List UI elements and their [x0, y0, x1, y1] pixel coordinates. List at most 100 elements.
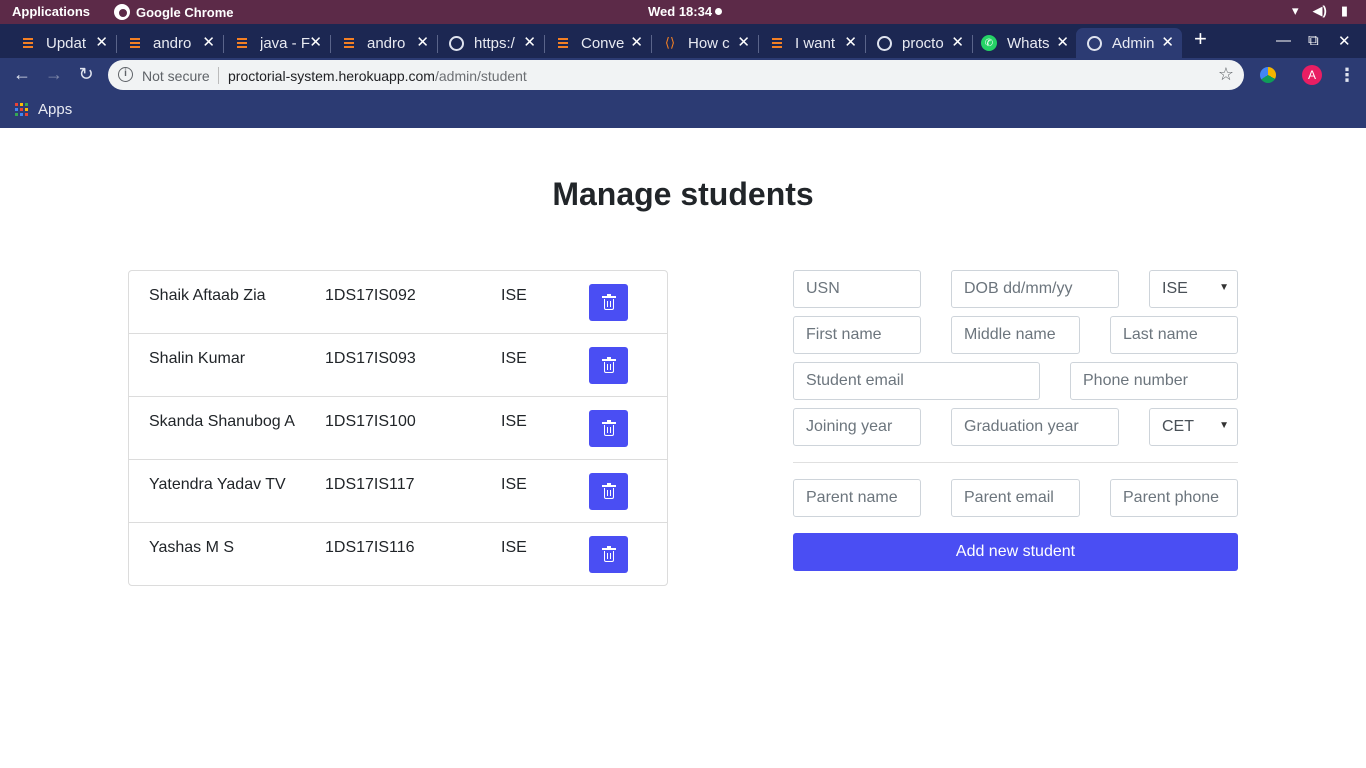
- parent-name-input[interactable]: Parent name: [793, 479, 921, 517]
- clock[interactable]: Wed 18:34: [648, 4, 723, 19]
- trash-icon: [601, 419, 616, 436]
- student-row: Shaik Aftaab Zia 1DS17IS092 ISE: [129, 271, 667, 334]
- delete-student-button[interactable]: [589, 284, 628, 321]
- notification-dot-icon: [715, 8, 723, 15]
- joining-year-input[interactable]: Joining year: [793, 408, 921, 446]
- form-divider: [793, 462, 1238, 463]
- globe-icon: [876, 35, 892, 51]
- system-top-bar: Applications Google Chrome Wed 18:34 ▾ ◀…: [0, 0, 1366, 24]
- tab-title: I want: [795, 34, 836, 52]
- trash-icon: [601, 482, 616, 499]
- tab-3[interactable]: andro ✕: [331, 28, 438, 58]
- usn-input[interactable]: USN: [793, 270, 921, 308]
- menu-kebab-icon[interactable]: ⋮: [1338, 65, 1356, 86]
- dropdown-caret-icon: ▼: [1219, 420, 1229, 431]
- parent-phone-input[interactable]: Parent phone: [1110, 479, 1238, 517]
- student-usn: 1DS17IS100: [325, 413, 416, 430]
- globe-icon: [1086, 35, 1102, 51]
- tab-7[interactable]: I want ✕: [759, 28, 866, 58]
- close-tab-icon[interactable]: ✕: [309, 33, 322, 51]
- phone-number-input[interactable]: Phone number: [1070, 362, 1238, 400]
- fire-icon: ⟨⟩: [664, 35, 676, 50]
- applications-menu[interactable]: Applications: [12, 4, 90, 19]
- stackoverflow-icon: [341, 35, 357, 51]
- clock-text: Wed 18:34: [648, 4, 713, 19]
- delete-student-button[interactable]: [589, 347, 628, 384]
- tab-6[interactable]: ⟨⟩ How c ✕: [652, 28, 759, 58]
- minimize-icon[interactable]: —: [1276, 32, 1291, 49]
- whatsapp-icon: ✆: [981, 35, 997, 51]
- tab-5[interactable]: Conve ✕: [545, 28, 652, 58]
- delete-student-button[interactable]: [589, 410, 628, 447]
- close-tab-icon[interactable]: ✕: [630, 33, 643, 51]
- close-window-icon[interactable]: ✕: [1338, 32, 1351, 50]
- add-new-student-button[interactable]: Add new student: [793, 533, 1238, 571]
- trash-icon: [601, 356, 616, 373]
- close-tab-icon[interactable]: ✕: [416, 33, 429, 51]
- student-row: Yatendra Yadav TV 1DS17IS117 ISE: [129, 460, 667, 523]
- close-tab-icon[interactable]: ✕: [951, 33, 964, 51]
- forward-icon[interactable]: →: [42, 64, 66, 85]
- student-email-input[interactable]: Student email: [793, 362, 1040, 400]
- student-usn: 1DS17IS117: [325, 476, 415, 493]
- tab-9[interactable]: ✆ Whats ✕: [971, 28, 1077, 58]
- volume-icon: ◀): [1312, 3, 1327, 18]
- extension-icon[interactable]: [1260, 67, 1276, 83]
- security-label[interactable]: Not secure: [142, 68, 210, 84]
- close-tab-icon[interactable]: ✕: [844, 33, 857, 51]
- browser-toolbar: ← → ↻ i Not secure proctorial-system.her…: [0, 58, 1366, 94]
- student-name: Yashas M S: [149, 539, 235, 556]
- student-dept: ISE: [501, 476, 527, 493]
- tab-title: Updat: [46, 34, 87, 52]
- active-app-label: Google Chrome: [136, 4, 234, 20]
- close-tab-icon[interactable]: ✕: [737, 33, 750, 51]
- close-tab-icon[interactable]: ✕: [523, 33, 536, 51]
- parent-email-input[interactable]: Parent email: [951, 479, 1080, 517]
- student-row: Skanda Shanubog A 1DS17IS100 ISE: [129, 397, 667, 460]
- profile-avatar[interactable]: A: [1302, 65, 1322, 85]
- close-tab-icon[interactable]: ✕: [95, 33, 108, 51]
- tab-2[interactable]: java - F ✕: [224, 28, 331, 58]
- tab-title: andro: [153, 34, 192, 52]
- student-dept: ISE: [501, 287, 527, 304]
- tab-admin-active[interactable]: Admin ✕: [1076, 28, 1182, 58]
- bookmark-apps[interactable]: Apps: [15, 101, 72, 118]
- student-name: Yatendra Yadav TV: [149, 476, 286, 493]
- graduation-year-input[interactable]: Graduation year: [951, 408, 1119, 446]
- student-usn: 1DS17IS093: [325, 350, 416, 367]
- close-tab-icon[interactable]: ✕: [1161, 33, 1174, 51]
- admission-selected: CET: [1162, 418, 1194, 435]
- last-name-input[interactable]: Last name: [1110, 316, 1238, 354]
- new-tab-button[interactable]: +: [1194, 28, 1207, 50]
- reload-icon[interactable]: ↻: [74, 64, 98, 85]
- close-tab-icon[interactable]: ✕: [1056, 33, 1069, 51]
- admission-type-select[interactable]: CET ▼: [1149, 408, 1238, 446]
- system-tray[interactable]: ▾ ◀) ▮: [1292, 3, 1348, 19]
- trash-icon: [601, 293, 616, 310]
- dob-input[interactable]: DOB dd/mm/yy: [951, 270, 1119, 308]
- close-tab-icon[interactable]: ✕: [202, 33, 215, 51]
- first-name-input[interactable]: First name: [793, 316, 921, 354]
- tab-4[interactable]: https:/ ✕: [438, 28, 545, 58]
- tab-0[interactable]: Updat ✕: [10, 28, 117, 58]
- bookmark-star-icon[interactable]: ☆: [1218, 64, 1234, 85]
- active-app-menu[interactable]: Google Chrome: [114, 4, 234, 20]
- tab-1[interactable]: andro ✕: [117, 28, 224, 58]
- middle-name-input[interactable]: Middle name: [951, 316, 1080, 354]
- page-title: Manage students: [552, 176, 814, 212]
- delete-student-button[interactable]: [589, 536, 628, 573]
- back-icon[interactable]: ←: [10, 64, 34, 85]
- dropdown-caret-icon: ▼: [1219, 282, 1229, 293]
- url-text[interactable]: proctorial-system.herokuapp.com/admin/st…: [228, 68, 527, 84]
- info-icon[interactable]: i: [118, 67, 133, 82]
- tab-title: https:/: [474, 34, 515, 52]
- department-select[interactable]: ISE ▼: [1149, 270, 1238, 308]
- stackoverflow-icon: [20, 35, 36, 51]
- stackoverflow-icon: [769, 35, 785, 51]
- tab-title: procto: [902, 34, 944, 52]
- tab-8[interactable]: procto ✕: [866, 28, 973, 58]
- address-bar[interactable]: i Not secure proctorial-system.herokuapp…: [108, 60, 1244, 90]
- delete-student-button[interactable]: [589, 473, 628, 510]
- bookmarks-bar: Apps: [0, 94, 1366, 128]
- maximize-icon[interactable]: ⧉: [1308, 32, 1319, 49]
